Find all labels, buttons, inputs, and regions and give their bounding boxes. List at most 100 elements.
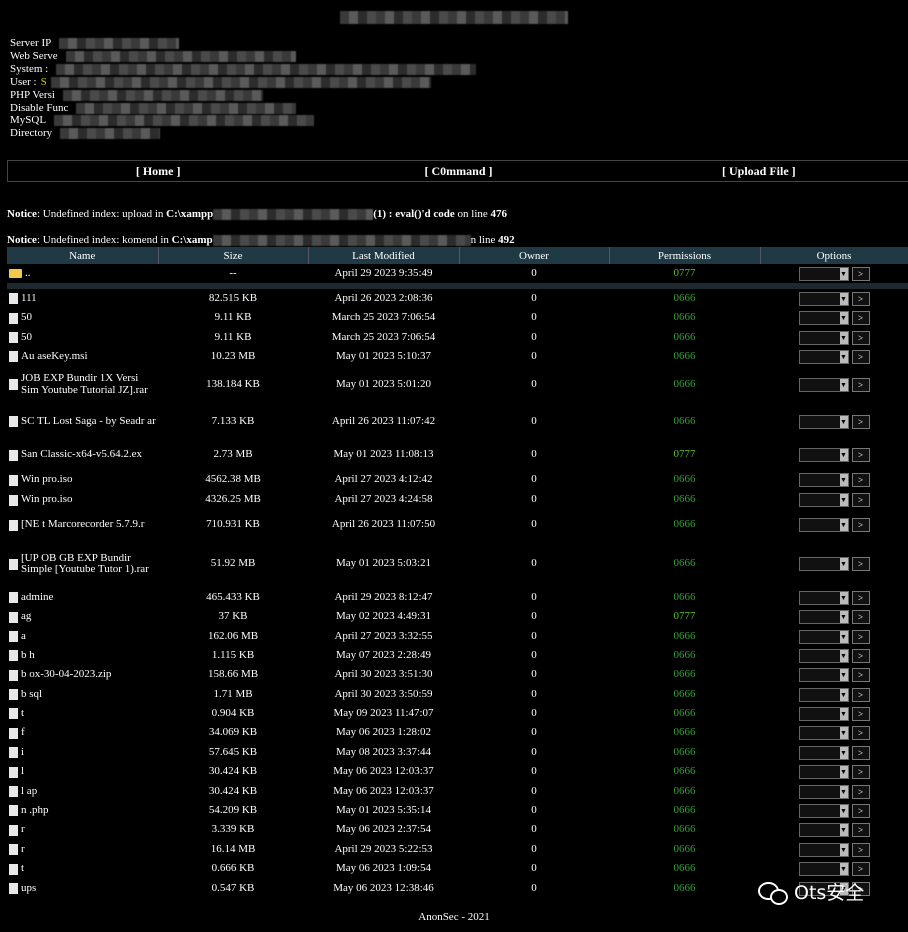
file-name[interactable]: [NE t Marcorecorder 5.7.9.r	[9, 519, 156, 531]
permissions-cell[interactable]: 0666	[609, 723, 760, 743]
table-row[interactable]: JOB EXP Bundir 1X Versi Sim Youtube Tuto…	[7, 366, 908, 403]
file-name[interactable]: 50	[9, 331, 156, 344]
file-name-text[interactable]: r	[21, 843, 25, 856]
file-name[interactable]: 111	[9, 292, 156, 305]
name-cell[interactable]: f	[7, 723, 158, 743]
go-button[interactable]: >	[851, 648, 870, 663]
file-name-text[interactable]: Au aseKey.msi	[21, 350, 88, 363]
action-select[interactable]: ▼	[798, 610, 849, 624]
go-button[interactable]: >	[851, 726, 870, 740]
file-name[interactable]: b ox-30-04-2023.zip	[9, 669, 156, 681]
permissions-cell[interactable]: 0666	[609, 510, 760, 540]
name-cell[interactable]: t	[7, 704, 158, 723]
file-name[interactable]: f	[9, 727, 156, 739]
name-cell[interactable]: l ap	[7, 782, 158, 801]
permissions-cell[interactable]: 0666	[609, 820, 760, 840]
permissions-cell[interactable]: 0666	[609, 403, 760, 440]
file-name-text[interactable]: SC TL Lost Saga - by Seadr ar	[21, 415, 156, 428]
file-name[interactable]: l	[9, 766, 156, 778]
go-button[interactable]: >	[851, 473, 870, 487]
file-name[interactable]: ups	[9, 882, 156, 895]
table-row[interactable]: f 34.069 KB May 06 2023 1:28:02 0 0666 ▼ >	[7, 723, 908, 743]
name-cell[interactable]: t	[7, 859, 158, 879]
action-select[interactable]: ▼	[798, 765, 849, 779]
go-button[interactable]: >	[851, 349, 870, 364]
name-cell[interactable]: 111	[7, 289, 158, 308]
action-select[interactable]: ▼	[798, 590, 849, 605]
go-button[interactable]: >	[851, 784, 870, 799]
go-button[interactable]: >	[851, 842, 870, 857]
action-select[interactable]: ▼	[798, 648, 849, 663]
file-name-text[interactable]: 50	[21, 331, 32, 344]
go-button[interactable]: >	[851, 493, 870, 507]
permissions-cell[interactable]: 0666	[609, 347, 760, 366]
name-cell[interactable]: ups	[7, 879, 158, 898]
file-name[interactable]: a	[9, 630, 156, 643]
go-button[interactable]: >	[851, 745, 870, 760]
file-name-text[interactable]: 50	[21, 312, 32, 324]
table-row[interactable]: 111 82.515 KB April 26 2023 2:08:36 0 0666 ▼ >	[7, 289, 908, 308]
action-select[interactable]: ▼	[798, 629, 849, 644]
table-row[interactable]: i 57.645 KB May 08 2023 3:37:44 0 0666 ▼ >	[7, 743, 908, 762]
permissions-cell[interactable]: 0666	[609, 470, 760, 490]
name-cell[interactable]: b sql	[7, 685, 158, 704]
permissions-cell[interactable]: 0666	[609, 743, 760, 762]
permissions-cell[interactable]: 0666	[609, 840, 760, 859]
permissions-cell[interactable]: 0666	[609, 782, 760, 801]
permissions-cell[interactable]: 0666	[609, 801, 760, 820]
file-name-text[interactable]: [UP OB GB EXP Bundir Simple [Youtube Tut…	[21, 552, 156, 576]
file-name[interactable]: r	[9, 843, 156, 856]
permissions-cell[interactable]: 0666	[609, 540, 760, 588]
file-name-text[interactable]: JOB EXP Bundir 1X Versi Sim Youtube Tuto…	[21, 372, 156, 396]
file-name-text[interactable]: i	[21, 746, 24, 759]
file-name[interactable]: Win pro.iso	[9, 494, 156, 506]
col-size-header[interactable]: Size	[158, 247, 309, 264]
permissions-cell[interactable]: 0666	[609, 685, 760, 704]
name-cell[interactable]: 50	[7, 308, 158, 328]
table-row[interactable]: t 0.666 KB May 06 2023 1:09:54 0 0666 ▼ >	[7, 859, 908, 879]
action-select[interactable]: ▼	[798, 862, 849, 876]
go-button[interactable]: >	[851, 414, 870, 429]
name-cell[interactable]: SC TL Lost Saga - by Seadr ar	[7, 403, 158, 440]
table-row[interactable]: [NE t Marcorecorder 5.7.9.r 710.931 KB Apr…	[7, 510, 908, 540]
file-name[interactable]: i	[9, 746, 156, 759]
file-name-text[interactable]: t	[21, 863, 24, 875]
action-select[interactable]: ▼	[798, 291, 849, 306]
action-select[interactable]: ▼	[798, 687, 849, 702]
file-name-text[interactable]: r	[21, 824, 25, 836]
permissions-cell[interactable]: 0666	[609, 859, 760, 879]
go-button[interactable]: >	[851, 518, 870, 532]
table-row[interactable]: t 0.904 KB May 09 2023 11:47:07 0 0666 ▼ >	[7, 704, 908, 723]
permissions-cell[interactable]: 0666	[609, 366, 760, 403]
table-row[interactable]: 50 9.11 KB March 25 2023 7:06:54 0 0666 ▼ >	[7, 328, 908, 347]
name-cell[interactable]: Win pro.iso	[7, 470, 158, 490]
action-select[interactable]: ▼	[798, 493, 849, 507]
file-name[interactable]: Au aseKey.msi	[9, 350, 156, 363]
action-select[interactable]: ▼	[798, 557, 849, 571]
nav-home-link[interactable]: [ Home ]	[8, 161, 308, 181]
permissions-cell[interactable]: 0666	[609, 588, 760, 607]
nav-command-link[interactable]: [ C0mmand ]	[308, 161, 608, 181]
name-cell[interactable]: r	[7, 820, 158, 840]
file-name[interactable]: ..	[9, 267, 156, 280]
file-name-text[interactable]: ups	[21, 882, 36, 895]
file-name[interactable]: [UP OB GB EXP Bundir Simple [Youtube Tut…	[9, 552, 156, 576]
go-button[interactable]: >	[851, 803, 870, 818]
action-select[interactable]: ▼	[798, 823, 849, 837]
table-row[interactable]: Win pro.iso 4326.25 MB April 27 2023 4:24:…	[7, 490, 908, 510]
name-cell[interactable]: JOB EXP Bundir 1X Versi Sim Youtube Tuto…	[7, 366, 158, 403]
go-button[interactable]: >	[851, 330, 870, 345]
file-name[interactable]: b sql	[9, 688, 156, 701]
go-button[interactable]: >	[851, 687, 870, 702]
name-cell[interactable]: 50	[7, 328, 158, 347]
name-cell[interactable]: ..	[7, 264, 158, 283]
action-select[interactable]: ▼	[798, 377, 849, 392]
table-row[interactable]: r 3.339 KB May 06 2023 2:37:54 0 0666 ▼ >	[7, 820, 908, 840]
file-name[interactable]: b h	[9, 649, 156, 662]
file-name-text[interactable]: 111	[21, 292, 37, 305]
file-name-text[interactable]: admine	[21, 591, 53, 604]
action-select[interactable]: ▼	[798, 745, 849, 760]
permissions-cell[interactable]: 0666	[609, 665, 760, 685]
table-row[interactable]: 50 9.11 KB March 25 2023 7:06:54 0 0666 ▼ >	[7, 308, 908, 328]
col-permissions-header[interactable]: Permissions	[609, 247, 761, 264]
